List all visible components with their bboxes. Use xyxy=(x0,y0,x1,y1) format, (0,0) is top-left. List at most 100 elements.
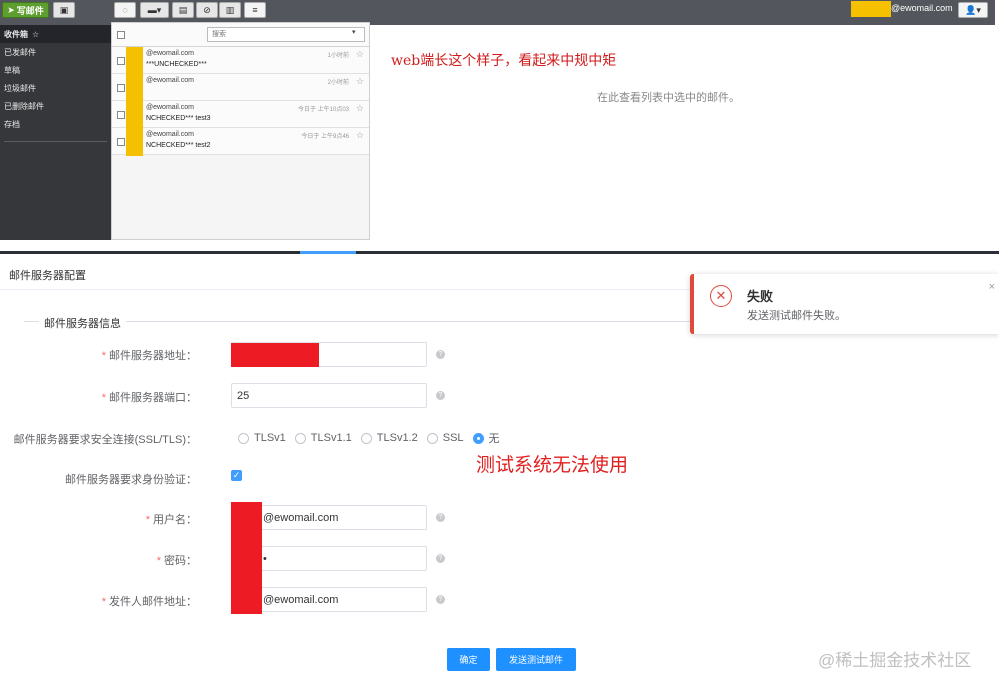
radio-none[interactable]: 无 xyxy=(472,430,500,446)
sidebar-item-label: 已发邮件 xyxy=(4,47,36,57)
move-to-folder-button[interactable]: ▬▾ xyxy=(140,2,169,18)
label-text: 发件人邮件地址： xyxy=(109,596,197,608)
message-checkbox[interactable] xyxy=(117,138,125,146)
star-icon[interactable]: ☆ xyxy=(356,49,364,60)
help-icon[interactable]: ? xyxy=(436,350,445,359)
message-time: 1小时前 xyxy=(327,53,349,59)
sidebar-item-trash[interactable]: 已删除邮件 xyxy=(0,97,111,115)
radio-dot[interactable] xyxy=(360,432,372,444)
sidebar-item-label: 已删除邮件 xyxy=(4,101,44,111)
message-checkbox[interactable] xyxy=(117,57,125,65)
star-icon[interactable]: ☆ xyxy=(356,103,364,114)
radio-dot[interactable] xyxy=(426,432,438,444)
label-text: 邮件服务器地址： xyxy=(109,350,197,362)
delete-button[interactable]: ▥ xyxy=(219,2,241,18)
message-checkbox[interactable] xyxy=(117,111,125,119)
message-from: @ewomail.com xyxy=(146,131,194,138)
message-row[interactable]: @ewomail.com ***UNCHECKED*** 1小时前 ☆ xyxy=(112,47,369,74)
sidebar-item-archive[interactable]: 存档 xyxy=(0,115,111,133)
sidebar-item-inbox[interactable]: 收件箱 ☆ xyxy=(0,25,111,43)
redacted-username-mask xyxy=(851,1,891,17)
sidebar-item-label: 收件箱 xyxy=(4,29,28,39)
required-marker: * xyxy=(156,555,161,567)
chevron-down-icon[interactable]: ▾ xyxy=(352,28,356,36)
send-icon: ➤ xyxy=(7,4,15,15)
search-input[interactable] xyxy=(207,27,365,42)
required-marker: * xyxy=(101,392,106,404)
send-test-email-button[interactable]: 发送测试邮件 xyxy=(496,648,576,671)
radio-dot[interactable] xyxy=(238,432,249,444)
sidebar-item-label: 存档 xyxy=(4,119,20,129)
menu-button[interactable]: ≡ xyxy=(244,2,266,18)
failure-notification: ✕ 失败 发送测试邮件失败。 × xyxy=(690,274,999,334)
radio-dot[interactable] xyxy=(472,432,484,444)
help-icon[interactable]: ? xyxy=(436,513,445,522)
redacted-server-address-mask xyxy=(231,343,319,367)
star-icon[interactable]: ☆ xyxy=(356,130,364,141)
compose-button[interactable]: ➤ 写邮件 xyxy=(2,2,49,18)
server-address-label: * 邮件服务器地址： xyxy=(102,347,197,363)
message-list: ▾ @ewomail.com ***UNCHECKED*** 1小时前 ☆ @e… xyxy=(111,22,370,240)
message-list-header: ▾ xyxy=(112,23,369,47)
radio-ssl[interactable]: SSL xyxy=(426,432,464,444)
help-icon[interactable]: ? xyxy=(436,554,445,563)
message-from: @ewomail.com xyxy=(146,77,194,84)
radio-dot[interactable] xyxy=(294,432,306,444)
help-icon[interactable]: ? xyxy=(436,595,445,604)
message-row[interactable]: @ewomail.com NCHECKED*** test2 今日于 上午9点4… xyxy=(112,128,369,155)
field-value: @ewomail.com xyxy=(263,511,339,524)
auth-required-checkbox[interactable]: ✓ xyxy=(231,470,242,481)
folder-sidebar: 收件箱 ☆ 已发邮件 草稿 垃圾邮件 已删除邮件 存档 xyxy=(0,25,111,240)
sidebar-item-drafts[interactable]: 草稿 xyxy=(0,61,111,79)
message-time: 2小时前 xyxy=(327,80,349,86)
fieldset-legend: 邮件服务器信息 xyxy=(39,315,126,331)
server-port-field[interactable]: 25 xyxy=(231,383,427,408)
radio-label: 无 xyxy=(488,433,500,445)
radio-label: TLSv1.1 xyxy=(310,432,352,444)
message-from: @ewomail.com xyxy=(146,50,194,57)
mail-server-config-panel: 邮件服务器配置 邮件服务器信息 * 邮件服务器地址： ? * 邮件服务器端口： 25… xyxy=(0,254,999,688)
star-icon[interactable]: ☆ xyxy=(356,76,364,87)
contacts-button[interactable]: ▣ xyxy=(53,2,75,18)
sidebar-item-spam[interactable]: 垃圾邮件 xyxy=(0,79,111,97)
security-label: 邮件服务器要求安全连接(SSL/TLS)： xyxy=(13,434,197,446)
trash-icon: ▥ xyxy=(225,4,235,15)
help-icon[interactable]: ? xyxy=(436,391,445,400)
server-port-label: * 邮件服务器端口： xyxy=(102,389,197,405)
message-row[interactable]: @ewomail.com NCHECKED*** test3 今日于 上午10点… xyxy=(112,101,369,128)
password-label: * 密码： xyxy=(157,552,197,568)
message-row[interactable]: @ewomail.com 2小时前 ☆ xyxy=(112,74,369,101)
confirm-button[interactable]: 确定 xyxy=(447,648,490,671)
redacted-credentials-mask xyxy=(231,502,262,614)
user-icon: 👤▾ xyxy=(965,4,981,15)
field-value: 25 xyxy=(237,389,250,402)
field-value: • xyxy=(263,552,267,565)
radio-tlsv1-1[interactable]: TLSv1.1 xyxy=(294,432,352,444)
message-checkbox[interactable] xyxy=(117,84,125,92)
hamburger-icon: ≡ xyxy=(252,5,258,15)
refresh-icon: ◌ xyxy=(122,5,128,15)
radio-tlsv1[interactable]: TLSv1 xyxy=(238,432,286,444)
message-subject: ***UNCHECKED*** xyxy=(146,61,207,68)
message-from: @ewomail.com xyxy=(146,104,194,111)
message-time: 今日于 上午9点46 xyxy=(301,134,349,140)
user-email: @ewomail.com xyxy=(891,3,953,13)
user-menu-button[interactable]: 👤▾ xyxy=(958,2,988,18)
sidebar-item-sent[interactable]: 已发邮件 xyxy=(0,43,111,61)
close-icon[interactable]: × xyxy=(989,281,995,293)
spam-button[interactable]: ⊘ xyxy=(196,2,218,18)
required-marker: * xyxy=(101,596,106,608)
field-value: @ewomail.com xyxy=(263,593,339,606)
spam-icon: ⊘ xyxy=(203,4,211,15)
select-all-checkbox[interactable] xyxy=(117,31,125,39)
username-label: * 用户名： xyxy=(146,511,197,527)
notification-title: 失败 xyxy=(747,289,774,304)
security-radio-group: TLSv1 TLSv1.1 TLSv1.2 SSL 无 xyxy=(238,430,500,446)
archive-button[interactable]: ▤ xyxy=(172,2,194,18)
sidebar-divider xyxy=(4,141,107,142)
compose-label: 写邮件 xyxy=(16,5,44,16)
annotation-note-top: web端长这个样子，看起来中规中矩 xyxy=(391,53,617,69)
radio-tlsv1-2[interactable]: TLSv1.2 xyxy=(360,432,418,444)
message-subject: NCHECKED*** test2 xyxy=(146,142,211,149)
refresh-button[interactable]: ◌ xyxy=(114,2,136,18)
